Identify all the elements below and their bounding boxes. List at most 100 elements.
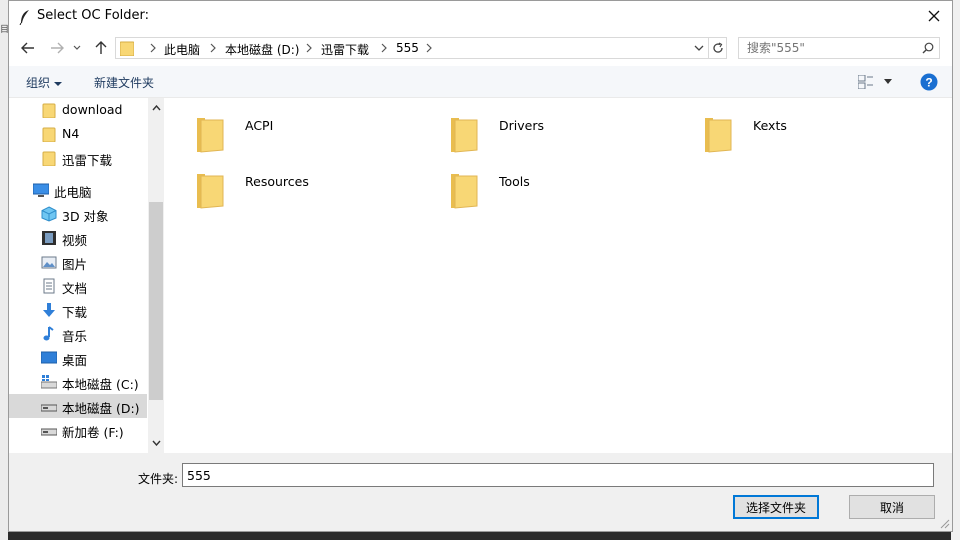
breadcrumb-separator-icon bbox=[210, 43, 216, 53]
scroll-down-button[interactable] bbox=[151, 438, 161, 448]
sidebar-item-download[interactable]: download bbox=[9, 98, 147, 122]
breadcrumb-555[interactable]: 555 bbox=[396, 41, 419, 55]
windows-drive-icon bbox=[41, 375, 57, 389]
sidebar-item-this-pc[interactable]: 此电脑 bbox=[9, 178, 147, 202]
folder-item[interactable]: Kexts bbox=[679, 102, 919, 153]
scrollbar-thumb[interactable] bbox=[149, 202, 163, 400]
video-icon bbox=[42, 231, 56, 245]
search-input[interactable] bbox=[747, 40, 917, 56]
help-icon[interactable]: ? bbox=[920, 73, 938, 91]
sidebar-item-label: 此电脑 bbox=[54, 185, 92, 200]
address-history-chevron-icon[interactable] bbox=[694, 45, 704, 52]
folder-icon bbox=[197, 174, 224, 209]
sidebar-item-desktop[interactable]: 桌面 bbox=[9, 346, 147, 370]
sidebar-item-label: 下载 bbox=[62, 305, 88, 320]
close-button[interactable] bbox=[922, 5, 946, 27]
sidebar-item-label: 本地磁盘 (D:) bbox=[62, 401, 140, 416]
arrow-up-icon bbox=[95, 41, 107, 54]
recent-locations-button[interactable] bbox=[71, 38, 83, 58]
sidebar-item-drive-c[interactable]: 本地磁盘 (C:) bbox=[9, 370, 147, 394]
breadcrumb-xunlei[interactable]: 迅雷下载 bbox=[321, 41, 369, 58]
sidebar-item-xunlei[interactable]: 迅雷下载 bbox=[9, 146, 147, 170]
address-bar[interactable]: 此电脑 本地磁盘 (D:) 迅雷下载 555 bbox=[115, 37, 727, 59]
search-icon bbox=[922, 42, 934, 54]
breadcrumb-this-pc[interactable]: 此电脑 bbox=[164, 41, 200, 58]
sidebar-item-label: 3D 对象 bbox=[62, 209, 109, 224]
picture-icon bbox=[41, 256, 57, 269]
folder-field-label: 文件夹: bbox=[138, 472, 179, 486]
select-folder-dialog: Select OC Folder: 此电脑 本地磁盘 (D:) 迅雷下载 555 bbox=[8, 0, 953, 532]
sidebar-item-pictures[interactable]: 图片 bbox=[9, 250, 147, 274]
sidebar-item-label: 桌面 bbox=[62, 353, 88, 368]
desktop-icon bbox=[41, 351, 57, 364]
view-dropdown-arrow-icon[interactable] bbox=[884, 79, 892, 84]
folder-contents-pane: ACPI Drivers Kexts Resources Tools bbox=[165, 98, 952, 453]
folder-name: Resources bbox=[245, 174, 309, 189]
folder-name: Kexts bbox=[753, 118, 787, 133]
folder-name: Tools bbox=[499, 174, 530, 189]
computer-icon bbox=[33, 183, 49, 197]
background-window-edge: 目 bbox=[0, 0, 9, 540]
refresh-icon[interactable] bbox=[712, 42, 724, 54]
organize-button[interactable]: 组织 bbox=[26, 74, 62, 91]
cancel-button[interactable]: 取消 bbox=[849, 495, 935, 519]
folder-icon bbox=[120, 41, 134, 56]
resize-grip-icon[interactable] bbox=[940, 519, 950, 529]
search-box[interactable] bbox=[738, 37, 940, 59]
organize-label: 组织 bbox=[26, 76, 51, 90]
document-icon bbox=[43, 278, 55, 294]
folder-item[interactable]: Tools bbox=[425, 158, 665, 209]
sidebar-item-label: 图片 bbox=[62, 257, 88, 272]
folder-icon bbox=[451, 118, 478, 153]
command-toolbar: 组织 新建文件夹 ? bbox=[9, 66, 952, 98]
select-folder-button[interactable]: 选择文件夹 bbox=[733, 495, 819, 519]
breadcrumb-separator-icon bbox=[381, 43, 387, 53]
scroll-up-button[interactable] bbox=[151, 103, 161, 113]
sidebar-item-label: 视频 bbox=[62, 233, 88, 248]
sidebar-item-label: 本地磁盘 (C:) bbox=[62, 377, 139, 392]
folder-icon bbox=[42, 151, 56, 166]
sidebar-scrollbar[interactable] bbox=[148, 98, 164, 453]
folder-item[interactable]: Resources bbox=[171, 158, 411, 209]
new-folder-button[interactable]: 新建文件夹 bbox=[94, 74, 154, 91]
breadcrumb-drive-d[interactable]: 本地磁盘 (D:) bbox=[225, 41, 299, 58]
window-title: Select OC Folder: bbox=[37, 8, 150, 23]
sidebar-item-3d-objects[interactable]: 3D 对象 bbox=[9, 202, 147, 226]
folder-icon bbox=[42, 103, 56, 118]
folder-item[interactable]: ACPI bbox=[171, 102, 411, 153]
drive-icon bbox=[41, 428, 57, 436]
sidebar-item-n4[interactable]: N4 bbox=[9, 122, 147, 146]
sidebar-item-label: 音乐 bbox=[62, 329, 88, 344]
folder-name-input[interactable] bbox=[187, 467, 887, 483]
arrow-right-icon bbox=[51, 42, 64, 54]
folder-icon bbox=[42, 127, 56, 142]
sidebar-item-label: download bbox=[62, 102, 123, 117]
arrow-left-icon bbox=[21, 42, 34, 54]
download-arrow-icon bbox=[43, 303, 55, 317]
back-button[interactable] bbox=[18, 38, 38, 58]
sidebar-item-label: 迅雷下载 bbox=[62, 153, 113, 168]
folder-name-field[interactable] bbox=[182, 463, 934, 487]
sidebar-item-downloads[interactable]: 下载 bbox=[9, 298, 147, 322]
folder-icon bbox=[451, 174, 478, 209]
breadcrumb-separator-icon bbox=[150, 43, 156, 53]
svg-text:?: ? bbox=[925, 76, 932, 90]
sidebar-item-drive-f[interactable]: 新加卷 (F:) bbox=[9, 418, 147, 442]
chevron-down-icon bbox=[73, 45, 81, 50]
forward-button[interactable] bbox=[47, 38, 67, 58]
navigation-row: 此电脑 本地磁盘 (D:) 迅雷下载 555 bbox=[9, 34, 952, 64]
title-bar: Select OC Folder: bbox=[9, 1, 952, 33]
folder-item[interactable]: Drivers bbox=[425, 102, 665, 153]
folder-name: ACPI bbox=[245, 118, 274, 133]
cube-3d-icon bbox=[41, 206, 57, 222]
sidebar-item-videos[interactable]: 视频 bbox=[9, 226, 147, 250]
close-icon bbox=[928, 10, 940, 22]
sidebar-item-drive-d[interactable]: 本地磁盘 (D:) bbox=[9, 394, 147, 418]
up-button[interactable] bbox=[91, 38, 111, 58]
sidebar-item-music[interactable]: 音乐 bbox=[9, 322, 147, 346]
dialog-footer: 文件夹: 选择文件夹 取消 bbox=[9, 453, 952, 531]
chevron-up-icon bbox=[151, 105, 161, 111]
sidebar-item-documents[interactable]: 文档 bbox=[9, 274, 147, 298]
sidebar-item-label: 新加卷 (F:) bbox=[62, 425, 124, 440]
view-options-icon[interactable] bbox=[858, 75, 874, 89]
